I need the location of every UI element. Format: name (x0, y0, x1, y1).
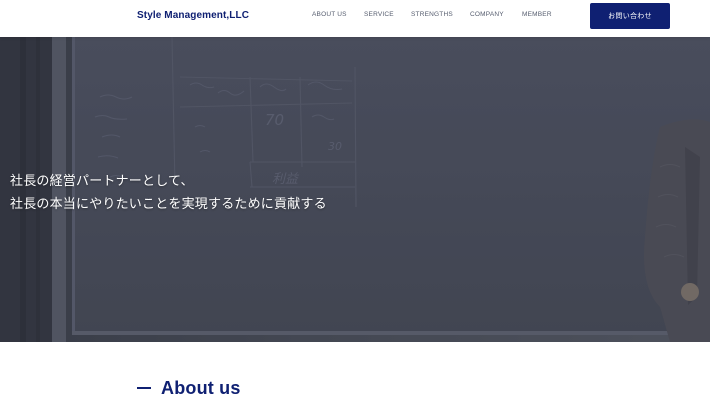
nav-service[interactable]: SERVICE (364, 11, 394, 18)
hero-tagline-line-1: 社長の経営パートナーとして、 (10, 174, 194, 189)
nav-company[interactable]: COMPANY (470, 11, 504, 18)
site-header: Style Management,LLC ABOUT US SERVICE ST… (0, 0, 710, 37)
contact-button[interactable]: お問い合わせ (590, 3, 670, 29)
hero-section: 70 30 利益 社長の経営パートナーとして、 社長の本当にやりたいことを実現す… (0, 37, 710, 342)
about-section-heading: About us (137, 376, 241, 400)
heading-dash (137, 387, 151, 389)
nav-member[interactable]: MEMBER (522, 11, 552, 18)
about-heading-text: About us (161, 377, 241, 398)
nav-about-us[interactable]: ABOUT US (312, 11, 347, 18)
hero-tagline: 社長の経営パートナーとして、 社長の本当にやりたいことを実現するために貢献する (10, 170, 327, 216)
hero-tagline-line-2: 社長の本当にやりたいことを実現するために貢献する (10, 197, 327, 212)
nav-strengths[interactable]: STRENGTHS (411, 11, 453, 18)
